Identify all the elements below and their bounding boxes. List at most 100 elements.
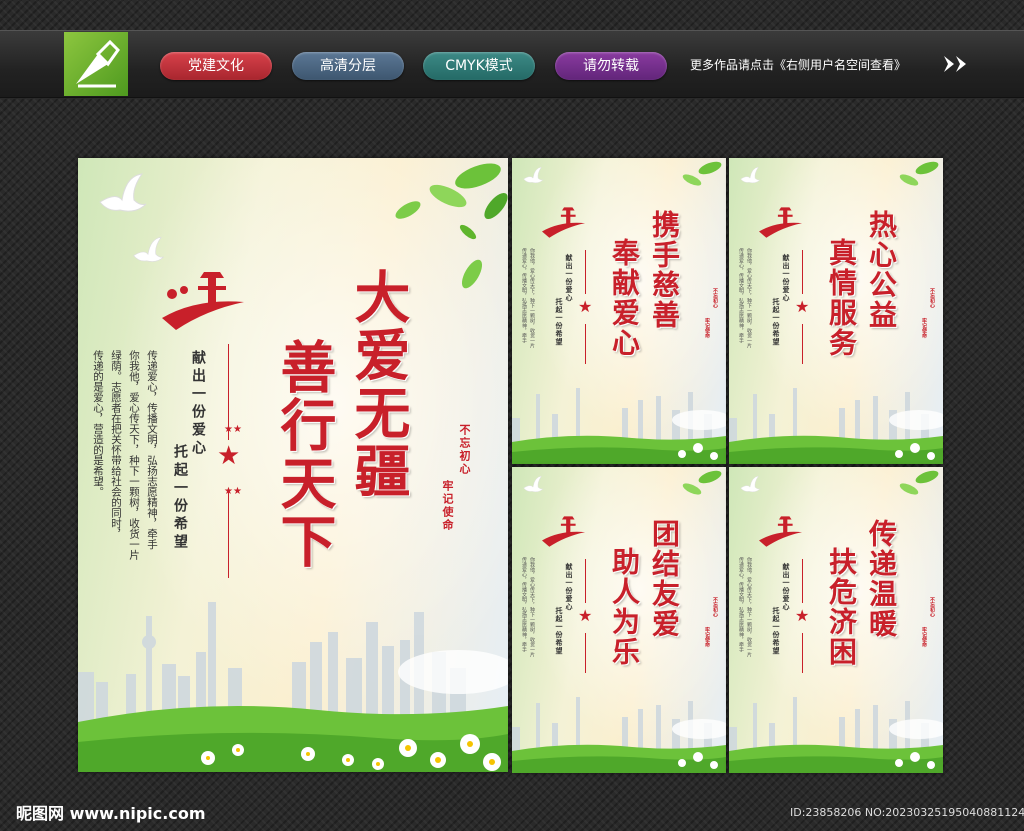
body-paragraph-2: 你我他，爱心传天下，种下一颗树，收货一片 <box>128 350 140 560</box>
stars-decoration: ★ <box>795 297 809 316</box>
city-skyline-grass <box>512 697 726 773</box>
body-paragraph: 传递爱心，传播文明，弘扬志愿精神，牵手 <box>520 557 527 652</box>
stars-decoration: ★ <box>795 606 809 625</box>
body-paragraph-4: 传递的是爱心，营造的是希望。 <box>92 350 104 497</box>
leaves-decoration <box>899 161 939 186</box>
divider-line <box>802 250 803 294</box>
body-line: 传递爱心，传播文明，弘扬志愿精神，牵手 <box>738 557 744 652</box>
body-paragraph: 传递爱心，传播文明，弘扬志愿精神，牵手 <box>737 248 744 343</box>
more-works-link[interactable]: 更多作品请点击《右侧用户名空间查看》 <box>690 56 906 73</box>
title-col-1: 热心公益 <box>865 210 898 330</box>
divider-line <box>585 324 586 364</box>
seal-col-2: 牢记使命 <box>921 627 927 647</box>
china-dream-emblem <box>759 207 803 238</box>
main-poster: ★★★ ★ ★★★ 献出一份爱心 托起一份希望 传递爱心，传播文明，弘扬志愿精神… <box>78 158 508 772</box>
seal-col-1: 不忘初心 <box>712 288 718 308</box>
seal-col-1: 不忘初心 <box>712 597 718 617</box>
slogan-col-1: 献出一份爱心 <box>565 563 574 611</box>
svg-text:★★★: ★★★ <box>224 486 242 497</box>
china-dream-emblem <box>542 516 586 547</box>
title-col-1: 携手慈善 <box>648 210 681 330</box>
body-paragraph: 你我他，爱心传天下，种下一颗树，收货一片 <box>528 248 535 348</box>
body-paragraph-1: 传递爱心，传播文明，弘扬志愿精神，牵手 <box>146 350 158 550</box>
seal-col-1: 不忘初心 <box>458 424 471 476</box>
china-dream-emblem <box>542 207 586 238</box>
body-paragraph: 你我他，爱心传天下，种下一颗树，收货一片 <box>745 248 752 348</box>
stars-decoration: ★ <box>578 606 592 625</box>
nipic-brand-watermark[interactable]: 昵图网 www.nipic.com <box>16 800 206 824</box>
slogan-col-2: 托起一份希望 <box>555 298 564 346</box>
stars-decoration: ★★★ ★ ★★★ <box>217 424 242 497</box>
slogan-col-2: 托起一份希望 <box>772 607 781 655</box>
title-col-2: 奉献爱心 <box>608 238 641 358</box>
leaves-decoration <box>682 470 722 495</box>
divider-line <box>802 633 803 673</box>
main-title-col-1: 大爱无疆 <box>345 268 411 500</box>
slogan-col-2: 托起一份希望 <box>772 298 781 346</box>
body-paragraph: 传递爱心，传播文明，弘扬志愿精神，牵手 <box>520 248 527 343</box>
leaves-decoration <box>899 470 939 495</box>
slogan-col-2: 托起一份希望 <box>555 607 564 655</box>
svg-text:★: ★ <box>578 297 592 316</box>
slogan-col-1: 献出一份爱心 <box>565 254 574 302</box>
divider-line <box>585 633 586 673</box>
title-col-2: 扶危济困 <box>825 547 858 667</box>
body-line: 你我他，爱心传天下，种下一颗树，收货一片 <box>529 248 535 348</box>
city-skyline-grass <box>729 388 943 464</box>
title-col-2: 真情服务 <box>825 238 858 358</box>
image-id-text: ID:23858206 NO:20230325195040881124 <box>790 806 1024 819</box>
seal-col-2: 牢记使命 <box>704 318 710 338</box>
slogan-col-1: 献出一份爱心 <box>190 350 206 458</box>
city-skyline-grass <box>729 697 943 773</box>
china-dream-emblem <box>759 516 803 547</box>
title-col-2: 助人为乐 <box>608 547 641 667</box>
main-title-col-2: 善行天下 <box>271 338 337 570</box>
divider-line <box>802 324 803 364</box>
seal-col-2: 牢记使命 <box>704 627 710 647</box>
body-line: 你我他，爱心传天下，种下一颗树，收货一片 <box>746 248 752 348</box>
divider-line <box>585 559 586 603</box>
city-skyline-grass <box>78 602 508 772</box>
svg-text:★: ★ <box>578 606 592 625</box>
pen-nib-icon <box>76 39 120 88</box>
double-arrow-icon[interactable] <box>942 54 972 74</box>
title-col-1: 传递温暖 <box>865 519 898 639</box>
tag-party-culture[interactable]: 党建文化 <box>160 52 272 80</box>
body-line: 传递爱心，传播文明，弘扬志愿精神，牵手 <box>738 248 744 343</box>
dove-icon <box>740 166 761 184</box>
china-dream-emblem <box>162 272 244 330</box>
dove-icon <box>740 475 761 493</box>
slogan-col-1: 献出一份爱心 <box>782 254 791 302</box>
body-paragraph: 你我他，爱心传天下，种下一颗树，收货一片 <box>745 557 752 657</box>
svg-text:★: ★ <box>795 297 809 316</box>
divider-line <box>585 250 586 294</box>
body-line: 传递爱心，传播文明，弘扬志愿精神，牵手 <box>521 557 527 652</box>
small-poster-1: 传递爱心，传播文明，弘扬志愿精神，牵手 你我他，爱心传天下，种下一颗树，收货一片… <box>512 158 726 464</box>
slogan-col-1: 献出一份爱心 <box>782 563 791 611</box>
svg-text:★: ★ <box>795 606 809 625</box>
svg-text:★★★: ★★★ <box>224 424 242 435</box>
dove-icon <box>523 166 544 184</box>
small-poster-4: 传递爱心，传播文明，弘扬志愿精神，牵手 你我他，爱心传天下，种下一颗树，收货一片… <box>729 467 943 773</box>
seal-col-2: 牢记使命 <box>921 318 927 338</box>
small-poster-3: 传递爱心，传播文明，弘扬志愿精神，牵手 你我他，爱心传天下，种下一颗树，收货一片… <box>512 467 726 773</box>
dove-icon <box>523 475 544 493</box>
small-poster-2: 传递爱心，传播文明，弘扬志愿精神，牵手 你我他，爱心传天下，种下一颗树，收货一片… <box>729 158 943 464</box>
city-skyline-grass <box>512 388 726 464</box>
tag-hd-layers[interactable]: 高清分层 <box>292 52 404 80</box>
body-line: 你我他，爱心传天下，种下一颗树，收货一片 <box>529 557 535 657</box>
nipic-logo[interactable] <box>64 32 128 96</box>
falling-leaf <box>461 259 483 289</box>
body-line: 你我他，爱心传天下，种下一颗树，收货一片 <box>746 557 752 657</box>
seal-col-1: 不忘初心 <box>929 597 935 617</box>
title-col-1: 团结友爱 <box>648 519 681 639</box>
stars-decoration: ★ <box>578 297 592 316</box>
tag-cmyk[interactable]: CMYK模式 <box>423 52 535 80</box>
body-line: 传递爱心，传播文明，弘扬志愿精神，牵手 <box>521 248 527 343</box>
seal-col-2: 牢记使命 <box>441 480 454 532</box>
dove-icon <box>99 173 147 212</box>
leaves-decoration <box>682 161 722 186</box>
body-paragraph: 传递爱心，传播文明，弘扬志愿精神，牵手 <box>737 557 744 652</box>
body-paragraph-3: 绿荫。志愿者在把关怀带给社会的同时， <box>110 350 122 539</box>
tag-no-repost[interactable]: 请勿转载 <box>555 52 667 80</box>
